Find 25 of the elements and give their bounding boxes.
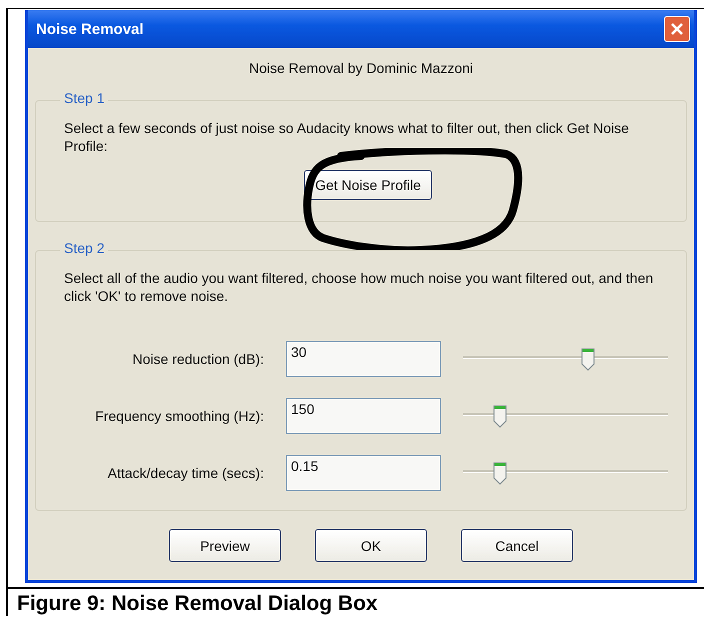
dialog-subtitle: Noise Removal by Dominic Mazzoni (248, 60, 474, 76)
preview-button[interactable]: Preview (169, 529, 281, 562)
slider-thumb[interactable] (492, 461, 507, 485)
instruction-text: Select a few seconds of just noise so Audacity knows what to filter out, then click Get Noise Profile: (64, 119, 630, 155)
instruction-text: Select all of the audio you want filtered, choose how much noise you want filtered out, and then click 'OK' to remove noise. (64, 269, 654, 305)
slider-track[interactable] (463, 461, 668, 485)
close-button[interactable] (664, 16, 690, 42)
group-label: Step 2 (60, 240, 108, 256)
value-field[interactable]: 30 (286, 341, 441, 377)
slider-thumb[interactable] (492, 404, 507, 428)
get-noise-profile-button[interactable]: Get Noise Profile (304, 170, 432, 200)
slider-thumb[interactable] (581, 347, 596, 371)
figure-caption: Figure 9: Noise Removal Dialog Box (6, 587, 704, 616)
slider-track[interactable] (463, 404, 668, 428)
window-title: Noise Removal (36, 20, 144, 38)
value-field[interactable]: 150 (286, 398, 441, 434)
setting-label: Noise reduction (dB): (131, 351, 264, 367)
value-field[interactable]: 0.15 (286, 455, 441, 491)
close-icon (669, 21, 685, 37)
cancel-button[interactable]: Cancel (461, 529, 573, 562)
ok-button[interactable]: OK (315, 529, 427, 562)
slider-track[interactable] (463, 347, 668, 371)
setting-label: Frequency smoothing (Hz): (94, 408, 264, 424)
setting-label: Attack/decay time (secs): (106, 465, 264, 481)
group-label: Step 1 (60, 90, 108, 106)
